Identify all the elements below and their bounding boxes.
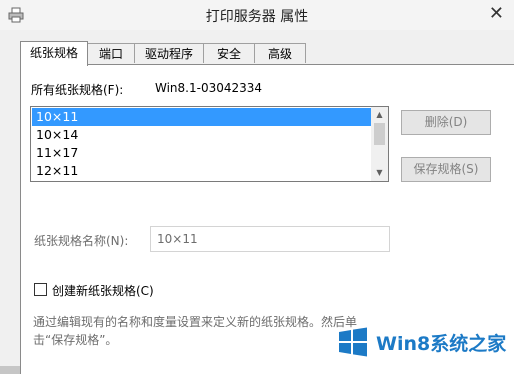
form-name-label: 纸张规格名称(N): (34, 234, 129, 248)
scroll-up-icon[interactable]: ▲ (371, 107, 388, 123)
windows-logo-icon (339, 327, 367, 357)
description-text: 通过编辑现有的名称和度量设置来定义新的纸张规格。然后单击“保存规格”。 (33, 315, 358, 347)
server-name: Win8.1-03042334 (155, 81, 263, 95)
scroll-down-icon[interactable]: ▼ (371, 165, 388, 181)
window-title: 打印服务器 属性 (205, 9, 309, 25)
tab-forms[interactable]: 纸张规格 (20, 41, 88, 66)
tab-ports[interactable]: 端口 (87, 43, 135, 63)
scroll-thumb[interactable] (374, 123, 385, 145)
list-item[interactable]: 12×11 (32, 162, 372, 180)
vertical-scrollbar[interactable]: ▲ ▼ (371, 107, 388, 181)
delete-button[interactable]: 删除(D) (401, 110, 491, 135)
create-form-checkbox[interactable] (34, 283, 47, 296)
list-item[interactable]: 10×14 (32, 126, 372, 144)
save-form-button[interactable]: 保存规格(S) (401, 157, 491, 182)
form-name-field[interactable]: 10×11 (150, 226, 390, 252)
list-item[interactable]: 10×11 (32, 108, 372, 126)
all-forms-label: 所有纸张规格(F): (31, 83, 124, 97)
create-form-label[interactable]: 创建新纸张规格(C) (52, 282, 154, 299)
list-item[interactable]: 11×17 (32, 144, 372, 162)
title-bar: 打印服务器 属性 ✕ (0, 0, 514, 30)
tab-security[interactable]: 安全 (203, 43, 255, 63)
forms-list[interactable]: 10×11 10×14 11×17 12×11 ▲ ▼ (30, 106, 389, 182)
close-icon[interactable]: ✕ (489, 3, 504, 24)
tab-advanced[interactable]: 高级 (254, 43, 306, 63)
tab-drivers[interactable]: 驱动程序 (134, 43, 204, 63)
watermark-text: Win8系统之家 (376, 333, 507, 355)
watermark: Win8系统之家 (336, 323, 512, 361)
